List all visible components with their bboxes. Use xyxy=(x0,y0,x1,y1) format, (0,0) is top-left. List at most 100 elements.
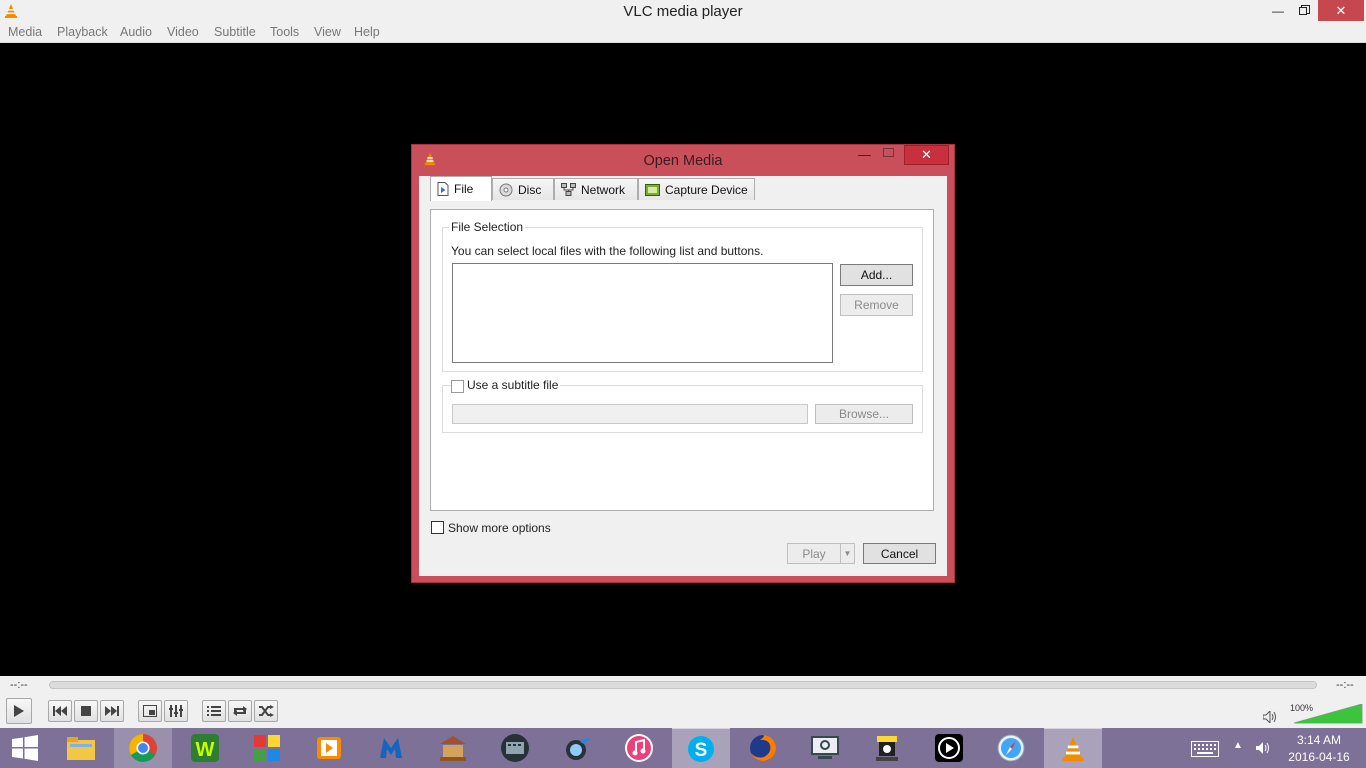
playlist-button[interactable] xyxy=(202,700,226,722)
vlc-cone-icon xyxy=(1059,734,1087,764)
film-reel-icon xyxy=(500,733,530,763)
webcam-icon xyxy=(872,733,902,763)
next-icon xyxy=(105,706,119,716)
menu-help[interactable]: Help xyxy=(354,25,380,39)
media-player-icon xyxy=(315,734,343,762)
chrome-icon xyxy=(128,733,158,763)
taskbar-media-app[interactable] xyxy=(300,728,358,768)
clock[interactable]: 3:14 AM 2016-04-16 xyxy=(1284,732,1354,766)
elapsed-time: --:-- xyxy=(10,679,28,691)
compass-icon xyxy=(996,733,1026,763)
subtitle-file-input[interactable] xyxy=(452,404,808,424)
use-subtitle-checkbox[interactable] xyxy=(451,380,464,393)
volume-icon[interactable] xyxy=(1263,711,1277,723)
title-bar: VLC media player — ✕ xyxy=(0,0,1366,23)
windows-logo-icon xyxy=(12,735,38,761)
dialog-maximize-button[interactable] xyxy=(883,148,894,157)
menu-video[interactable]: Video xyxy=(167,25,199,39)
bird-icon xyxy=(562,734,592,762)
shuffle-button[interactable] xyxy=(254,700,278,722)
file-icon xyxy=(437,182,449,196)
menu-subtitle[interactable]: Subtitle xyxy=(214,25,256,39)
taskbar-remote-desktop[interactable] xyxy=(796,728,854,768)
file-list[interactable] xyxy=(452,263,833,363)
restore-button[interactable] xyxy=(1290,0,1318,21)
start-button[interactable] xyxy=(0,728,50,768)
taskbar-skype[interactable]: S xyxy=(672,728,730,768)
browse-button[interactable]: Browse... xyxy=(815,404,913,424)
tab-capture-device-label: Capture Device xyxy=(665,183,748,197)
menu-tools[interactable]: Tools xyxy=(270,25,299,39)
malwarebytes-icon xyxy=(377,734,405,762)
tab-network[interactable]: Network xyxy=(554,178,638,200)
stop-icon xyxy=(81,706,91,716)
play-dropdown-button[interactable]: ▼ xyxy=(840,543,855,564)
speaker-icon[interactable] xyxy=(1256,742,1270,754)
menu-playback[interactable]: Playback xyxy=(57,25,108,39)
file-selection-description: You can select local files with the foll… xyxy=(451,244,763,258)
show-more-options-checkbox[interactable] xyxy=(431,521,444,534)
previous-button[interactable] xyxy=(48,700,72,722)
taskbar-chrome[interactable] xyxy=(114,728,172,768)
taskbar-safari[interactable] xyxy=(982,728,1040,768)
play-button[interactable]: Play xyxy=(787,543,841,564)
shuffle-icon xyxy=(258,705,274,717)
volume-slider[interactable] xyxy=(1294,704,1364,724)
temple-icon xyxy=(438,734,468,762)
next-button[interactable] xyxy=(100,700,124,722)
menu-media[interactable]: Media xyxy=(8,25,42,39)
clock-time: 3:14 AM xyxy=(1284,732,1354,749)
taskbar-bird-app[interactable] xyxy=(548,728,606,768)
add-button[interactable]: Add... xyxy=(840,264,913,286)
stop-button[interactable] xyxy=(74,700,98,722)
tab-file[interactable]: File xyxy=(430,176,492,201)
svg-text:W: W xyxy=(196,739,215,761)
capture-device-icon xyxy=(645,184,660,196)
play-icon xyxy=(13,704,25,718)
dialog-minimize-button[interactable]: — xyxy=(858,147,871,162)
taskbar-webcam-app[interactable] xyxy=(858,728,916,768)
remove-button[interactable]: Remove xyxy=(840,294,913,316)
skype-icon: S xyxy=(686,734,716,764)
taskbar-wps[interactable]: W xyxy=(176,728,234,768)
cancel-button[interactable]: Cancel xyxy=(863,543,936,564)
taskbar-film-app[interactable] xyxy=(486,728,544,768)
menu-view[interactable]: View xyxy=(314,25,341,39)
fullscreen-button[interactable] xyxy=(138,700,162,722)
close-button[interactable]: ✕ xyxy=(1318,0,1364,21)
window-title: VLC media player xyxy=(0,3,1366,20)
svg-text:S: S xyxy=(695,740,708,761)
tab-file-label: File xyxy=(454,182,473,196)
itunes-icon xyxy=(624,733,654,763)
subtitle-group: Use a subtitle file Browse... xyxy=(442,385,923,433)
minimize-button[interactable]: — xyxy=(1264,0,1292,21)
taskbar-vlc[interactable] xyxy=(1044,728,1102,768)
extended-settings-button[interactable] xyxy=(164,700,188,722)
play-pause-button[interactable] xyxy=(6,698,32,724)
taskbar-avg[interactable] xyxy=(238,728,296,768)
taskbar-file-explorer[interactable] xyxy=(52,728,110,768)
taskbar-firefox[interactable] xyxy=(734,728,792,768)
taskbar: W S ▲ 3:14 AM 2016-04-16 xyxy=(0,728,1366,768)
dialog-body: File Disc Network Capture Device File Se… xyxy=(419,176,947,576)
network-icon xyxy=(561,183,576,196)
tab-capture-device[interactable]: Capture Device xyxy=(638,178,755,200)
taskbar-app-temple[interactable] xyxy=(424,728,482,768)
taskbar-itunes[interactable] xyxy=(610,728,668,768)
file-selection-label: File Selection xyxy=(449,220,525,234)
disc-icon xyxy=(499,183,513,197)
file-selection-group: File Selection You can select local file… xyxy=(442,227,923,372)
show-hidden-icons-button[interactable]: ▲ xyxy=(1233,740,1243,751)
show-more-options-label: Show more options xyxy=(448,521,551,535)
fullscreen-icon xyxy=(143,705,157,717)
taskbar-malwarebytes[interactable] xyxy=(362,728,420,768)
loop-icon xyxy=(232,705,248,717)
w-app-icon: W xyxy=(190,733,220,763)
taskbar-video-player[interactable] xyxy=(920,728,978,768)
dialog-close-button[interactable]: ✕ xyxy=(904,145,949,165)
tab-disc[interactable]: Disc xyxy=(492,178,554,200)
loop-button[interactable] xyxy=(228,700,252,722)
seek-bar[interactable] xyxy=(49,681,1317,689)
keyboard-icon[interactable] xyxy=(1191,741,1219,757)
menu-audio[interactable]: Audio xyxy=(120,25,152,39)
